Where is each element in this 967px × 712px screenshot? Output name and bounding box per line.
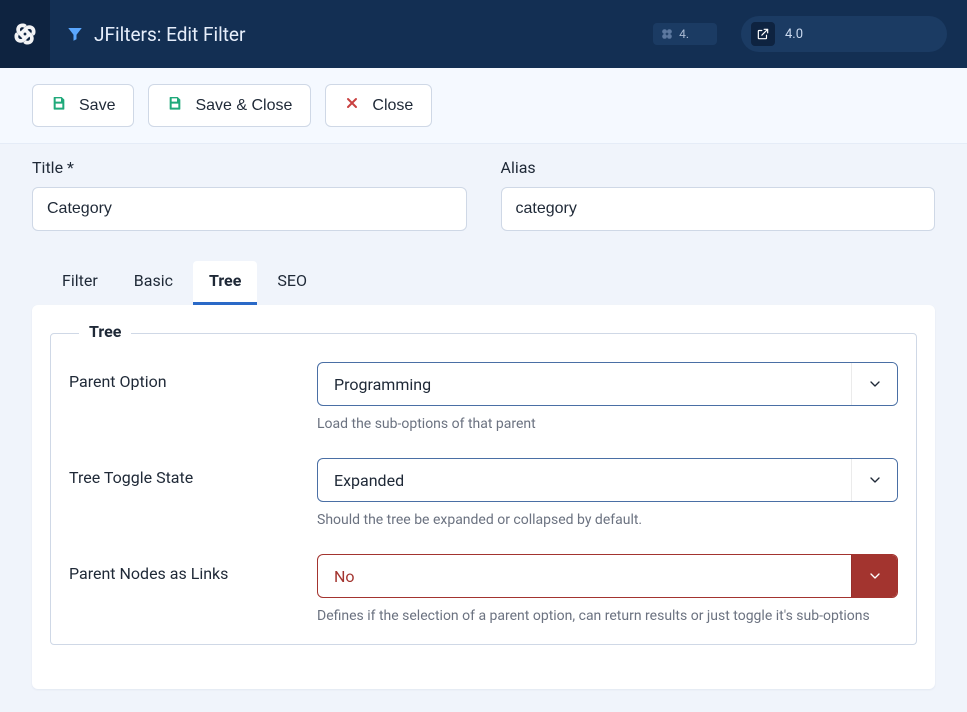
save-button[interactable]: Save bbox=[32, 84, 134, 127]
tab-seo[interactable]: SEO bbox=[261, 261, 323, 305]
toolbar: Save Save & Close Close bbox=[0, 68, 967, 144]
parent-option-label: Parent Option bbox=[69, 362, 317, 391]
save-close-button[interactable]: Save & Close bbox=[148, 84, 311, 127]
tab-tree[interactable]: Tree bbox=[193, 261, 257, 305]
title-input[interactable] bbox=[32, 187, 467, 231]
title-field-group: Title * bbox=[32, 158, 467, 231]
page-title: JFilters: Edit Filter bbox=[94, 23, 245, 46]
save-label: Save bbox=[79, 97, 115, 115]
tab-filter[interactable]: Filter bbox=[46, 261, 114, 305]
version-pill-text: 4.0 bbox=[785, 27, 803, 42]
parent-option-value: Programming bbox=[318, 363, 851, 405]
chevron-down-icon bbox=[851, 363, 897, 405]
parent-links-row: Parent Nodes as Links No Defines if the … bbox=[69, 554, 898, 624]
toggle-state-help: Should the tree be expanded or collapsed… bbox=[317, 512, 898, 528]
close-button[interactable]: Close bbox=[325, 84, 432, 127]
close-label: Close bbox=[372, 97, 413, 115]
tree-legend: Tree bbox=[79, 322, 131, 341]
toggle-state-label: Tree Toggle State bbox=[69, 458, 317, 487]
alias-label: Alias bbox=[501, 158, 936, 177]
save-close-label: Save & Close bbox=[195, 97, 292, 115]
external-link-icon bbox=[751, 22, 775, 46]
alias-input[interactable] bbox=[501, 187, 936, 231]
tabs: Filter Basic Tree SEO bbox=[32, 261, 935, 305]
parent-links-help: Defines if the selection of a parent opt… bbox=[317, 608, 898, 624]
title-label: Title * bbox=[32, 158, 467, 177]
joomla-logo[interactable] bbox=[0, 0, 50, 68]
alias-field-group: Alias bbox=[501, 158, 936, 231]
tree-fieldset: Tree Parent Option Programming Load the … bbox=[50, 333, 917, 645]
joomla-version-badge: 4. bbox=[653, 23, 717, 45]
parent-links-select[interactable]: No bbox=[317, 554, 898, 598]
header-right: 4. 4.0 bbox=[653, 0, 967, 68]
parent-option-help: Load the sub-options of that parent bbox=[317, 416, 898, 432]
save-icon bbox=[167, 95, 183, 116]
filter-icon bbox=[66, 25, 84, 43]
parent-links-value: No bbox=[318, 555, 851, 597]
parent-option-select[interactable]: Programming bbox=[317, 362, 898, 406]
tab-content-card: Tree Parent Option Programming Load the … bbox=[32, 305, 935, 689]
title-alias-row: Title * Alias bbox=[32, 158, 935, 231]
toggle-state-select[interactable]: Expanded bbox=[317, 458, 898, 502]
header-title: JFilters: Edit Filter bbox=[50, 0, 653, 68]
toggle-state-value: Expanded bbox=[318, 459, 851, 501]
header: JFilters: Edit Filter 4. 4.0 bbox=[0, 0, 967, 68]
chevron-down-icon bbox=[851, 555, 897, 597]
form-area: Title * Alias Filter Basic Tree SEO Tree… bbox=[0, 144, 967, 689]
chevron-down-icon bbox=[851, 459, 897, 501]
parent-option-row: Parent Option Programming Load the sub-o… bbox=[69, 362, 898, 432]
tab-basic[interactable]: Basic bbox=[118, 261, 189, 305]
parent-links-label: Parent Nodes as Links bbox=[69, 554, 317, 583]
version-pill[interactable]: 4.0 bbox=[741, 16, 947, 52]
version-small-text: 4. bbox=[679, 27, 689, 41]
toggle-state-row: Tree Toggle State Expanded Should the tr… bbox=[69, 458, 898, 528]
save-icon bbox=[51, 95, 67, 116]
close-icon bbox=[344, 95, 360, 116]
